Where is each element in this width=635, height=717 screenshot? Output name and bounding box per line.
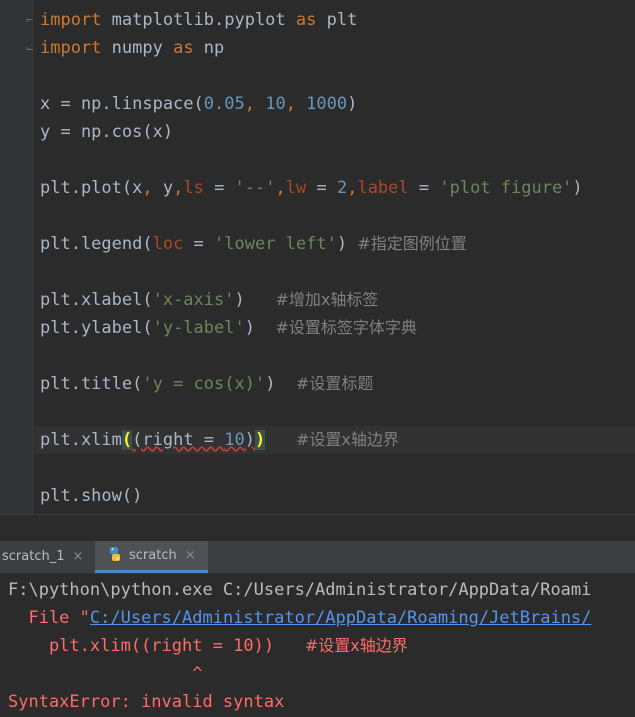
code-text: plt.xlabel( (40, 290, 153, 310)
console-traceback-line: File "C:/Users/Administrator/AppData/Roa… (8, 604, 591, 632)
keyword: import (40, 10, 102, 30)
code-text: plt.ylabel( (40, 318, 153, 338)
matched-brace: ( (121, 430, 133, 450)
string-literal: '--' (234, 178, 276, 198)
code-text: = (203, 178, 235, 198)
code-line-1[interactable]: import matplotlib.pyplot as plt (40, 6, 357, 34)
comma: , (275, 178, 286, 198)
tab-label: scratch (129, 548, 177, 563)
console-code-line: plt.xlim((right = 10)) #设置x轴边界 (8, 632, 408, 660)
code-line-9[interactable]: plt.title('y = cos(x)') #设置标题 (40, 370, 373, 398)
code-text: x = np.linspace( (40, 94, 204, 114)
string-literal: 'y = cos(x)' (142, 374, 266, 394)
keyword-argument: lw (285, 178, 307, 198)
string-literal: 'lower left' (214, 234, 337, 254)
error-underlined-code: (right = (132, 430, 225, 450)
close-icon[interactable]: × (185, 548, 196, 563)
code-line-5[interactable]: plt.plot(x, y,ls = '--',lw = 2,label = '… (40, 174, 583, 202)
code-line-8[interactable]: plt.ylabel('y-label') #设置标签字体字典 (40, 314, 417, 342)
tab-scratch[interactable]: scratch × (95, 541, 208, 573)
code-text: np (193, 38, 225, 58)
code-line-10[interactable]: plt.xlim((right = 10)) #设置x轴边界 (40, 426, 399, 454)
comma: , (347, 178, 358, 198)
code-text: ) (336, 234, 358, 254)
code-text: plt.plot(x (40, 178, 143, 198)
keyword-argument: loc (152, 234, 184, 254)
console-error-line: SyntaxError: invalid syntax (8, 692, 285, 712)
code-text: = (183, 234, 215, 254)
number-literal: 0.05 (203, 94, 245, 114)
code-text: ) (234, 290, 276, 310)
code-editor[interactable]: ⌐ ⌙ import matplotlib.pyplot as plt impo… (0, 0, 635, 514)
keyword: as (173, 38, 194, 58)
code-text: ) (347, 94, 358, 114)
console-comment: #设置x轴边界 (304, 636, 408, 655)
code-text: plt.xlim (40, 430, 122, 450)
close-icon[interactable]: × (73, 549, 84, 564)
matched-brace: ) (255, 430, 266, 450)
code-comment: #设置x轴边界 (295, 430, 399, 449)
code-comment: #指定图例位置 (357, 234, 467, 253)
code-text: = (306, 178, 337, 198)
code-text: = (408, 178, 440, 198)
code-comment: #设置标题 (295, 374, 374, 393)
comma: , (285, 94, 307, 114)
console-command-line: F:\python\python.exe C:/Users/Administra… (8, 580, 592, 600)
code-text: matplotlib.pyplot (101, 10, 296, 30)
run-console[interactable]: F:\python\python.exe C:/Users/Administra… (0, 574, 635, 717)
keyword-argument: label (357, 178, 409, 198)
fold-marker-icon[interactable]: ⌐ (26, 10, 36, 30)
string-literal: 'y-label' (152, 318, 245, 338)
code-line-6[interactable]: plt.legend(loc = 'lower left') #指定图例位置 (40, 230, 467, 258)
error-underlined-code: ) (244, 430, 255, 450)
editor-horizontal-scroll-area[interactable] (0, 514, 635, 542)
code-comment: #增加x轴标签 (275, 290, 379, 309)
code-text: numpy (101, 38, 174, 58)
code-line-7[interactable]: plt.xlabel('x-axis') #增加x轴标签 (40, 286, 378, 314)
code-line-4[interactable]: y = np.cos(x) (40, 118, 173, 146)
keyword: import (40, 38, 102, 58)
tab-label: scratch_1 (2, 549, 65, 564)
code-comment: #设置标签字体字典 (275, 318, 417, 337)
code-text: plt.show() (40, 486, 143, 506)
file-path-link[interactable]: C:/Users/Administrator/AppData/Roaming/J… (90, 608, 592, 628)
code-text: y = np.cos(x) (40, 122, 174, 142)
keyword-argument: ls (183, 178, 204, 198)
code-line-2[interactable]: import numpy as np (40, 34, 224, 62)
code-text: y (152, 178, 174, 198)
python-icon (110, 547, 120, 561)
code-line-11[interactable]: plt.show() (40, 482, 142, 510)
console-text: plt.xlim((right = 10)) (8, 636, 305, 656)
console-caret-line: ^ (8, 664, 203, 684)
code-text: plt.legend( (40, 234, 153, 254)
code-line-3[interactable]: x = np.linspace(0.05, 10, 1000) (40, 90, 357, 118)
comma: , (142, 178, 153, 198)
code-text: ) (572, 178, 583, 198)
run-tab-bar: scratch_1 × scratch × (0, 541, 635, 574)
number-literal: 10 (224, 430, 245, 450)
code-text: plt (316, 10, 358, 30)
tab-scratch-1[interactable]: scratch_1 × (2, 541, 93, 573)
number-literal: 10 (265, 94, 286, 114)
comma: , (173, 178, 184, 198)
code-text: plt.title( (40, 374, 143, 394)
console-text: File " (8, 608, 90, 628)
editor-gutter (0, 0, 33, 514)
number-literal: 1000 (306, 94, 348, 114)
keyword: as (295, 10, 317, 30)
number-literal: 2 (336, 178, 348, 198)
string-literal: 'x-axis' (152, 290, 235, 310)
comma: , (244, 94, 266, 114)
code-text: ) (265, 374, 296, 394)
string-literal: 'plot figure' (439, 178, 573, 198)
code-text: ) (244, 318, 276, 338)
fold-marker-icon[interactable]: ⌙ (26, 38, 36, 58)
